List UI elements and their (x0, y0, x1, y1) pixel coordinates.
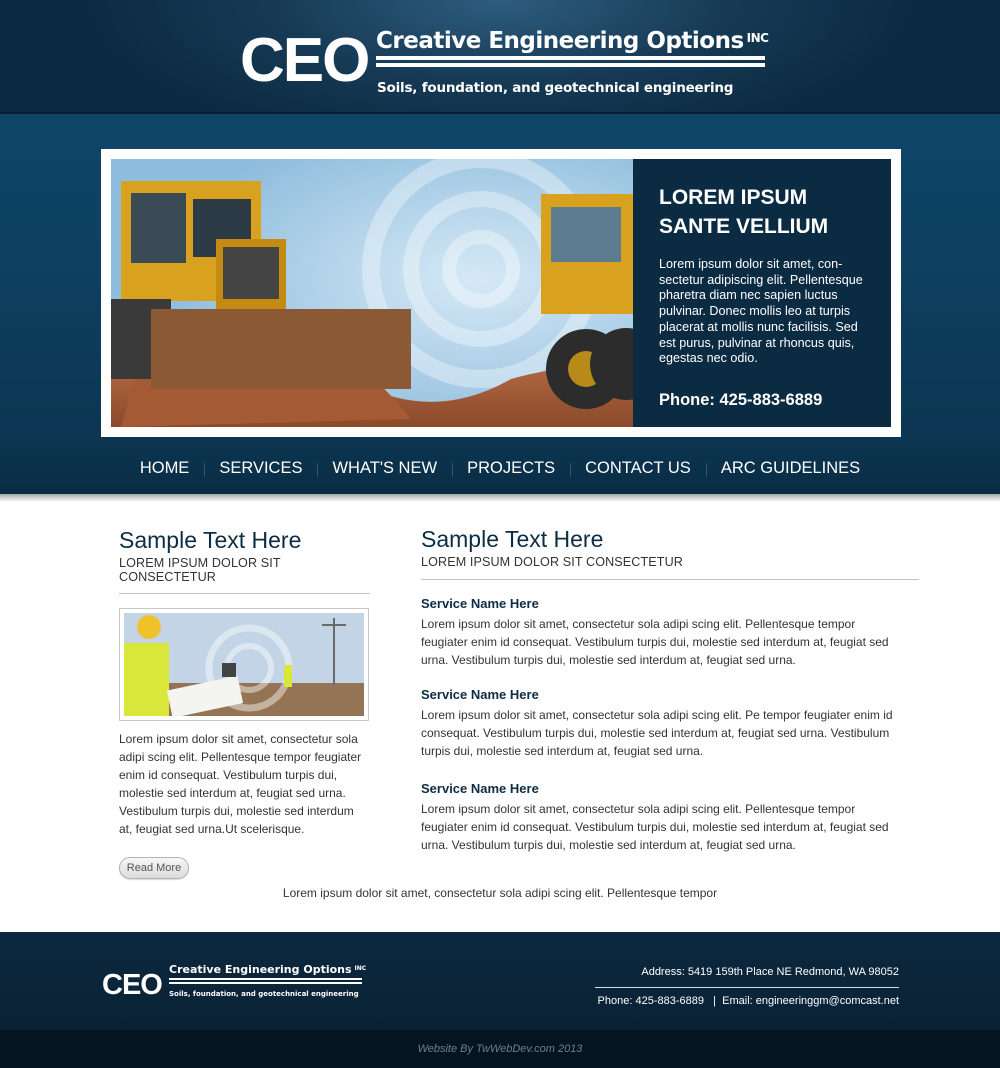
service-title[interactable]: Service Name Here (421, 687, 901, 702)
nav-item-home[interactable]: HOME (125, 459, 205, 478)
footer-contact: Address: 5419 159th Place NE Redmond, WA… (595, 966, 899, 1007)
credit-link[interactable]: Website By TwWebDev.com 2013 (418, 1043, 583, 1055)
hero-image-graphic (111, 159, 633, 427)
nav-item-arc-guidelines[interactable]: ARC GUIDELINES (705, 459, 875, 478)
hero-band: LOREM IPSUM SANTE VELLIUM Lorem ipsum do… (0, 114, 1000, 502)
logo-name: Creative Engineering Options INC (376, 28, 769, 54)
service-block: Service Name Here Lorem ipsum dolor sit … (421, 596, 901, 669)
right-heading: Sample Text Here (421, 526, 604, 552)
read-more-button[interactable]: Read More (119, 857, 189, 879)
nav-item-services[interactable]: SERVICES (204, 459, 317, 478)
service-text: Lorem ipsum dolor sit amet, consectetur … (421, 708, 893, 758)
bottom-text: Lorem ipsum dolor sit amet, consectetur … (282, 886, 718, 900)
left-thumbnail (119, 608, 369, 721)
left-subheading: LOREM IPSUM DOLOR SIT CONSECTETUR (119, 556, 281, 584)
main-nav: HOME SERVICES WHAT'S NEW PROJECTS CONTAC… (0, 459, 1000, 478)
service-title[interactable]: Service Name Here (421, 596, 901, 611)
footer-phone: Phone: 425-883-6889 (597, 995, 704, 1007)
hero-image (111, 159, 633, 427)
footer-separator: | (713, 995, 717, 1007)
site-footer: CEO Creative Engineering Options INC Soil… (0, 932, 1000, 1030)
hero-title-line1: LOREM IPSUM (659, 186, 808, 209)
left-heading: Sample Text Here (119, 527, 302, 553)
nav-item-projects[interactable]: PROJECTS (452, 459, 570, 478)
logo-name-text: Creative Engineering Options (376, 28, 744, 54)
service-block: Service Name Here Lorem ipsum dolor sit … (421, 687, 901, 760)
footer-logo-name-text: Creative Engineering Options (169, 963, 352, 976)
hero-title-line2: SANTE VELLIUM (659, 215, 829, 238)
footer-divider (595, 987, 899, 988)
footer-phone-email: Phone: 425-883-6889 | Email: engineering… (595, 995, 899, 1007)
nav-item-contact-us[interactable]: CONTACT US (570, 459, 706, 478)
right-column: Sample Text Here LOREM IPSUM DOLOR SIT C… (421, 526, 919, 852)
nav-item-whats-new[interactable]: WHAT'S NEW (317, 459, 452, 478)
service-text: Lorem ipsum dolor sit amet, consectetur … (421, 617, 889, 667)
right-subheading: LOREM IPSUM DOLOR SIT CONSECTETUR (421, 555, 683, 569)
footer-logo-suffix: INC (354, 965, 367, 972)
surveyor-image (124, 613, 364, 716)
left-column: Sample Text Here LOREM IPSUM DOLOR SIT C… (119, 527, 370, 879)
logo-lines (376, 56, 765, 70)
logo-mark[interactable]: CEO (240, 30, 370, 92)
footer-address: Address: 5419 159th Place NE Redmond, WA… (641, 966, 899, 978)
surveyor-image-graphic (124, 613, 364, 716)
hero-text: Lorem ipsum dolor sit amet, con-sectetur… (659, 257, 863, 366)
service-text: Lorem ipsum dolor sit amet, consectetur … (421, 802, 889, 852)
logo-suffix: INC (746, 31, 769, 45)
logo-tagline: Soils, foundation, and geotechnical engi… (377, 80, 734, 96)
credit-bar: Website By TwWebDev.com 2013 (0, 1030, 1000, 1068)
hero-phone: Phone: 425-883-6889 (659, 390, 823, 409)
service-title[interactable]: Service Name Here (421, 781, 901, 796)
footer-logo-tagline: Soils, foundation, and geotechnical engi… (169, 990, 359, 998)
footer-logo-name: Creative Engineering Options INC (169, 963, 366, 976)
hero-slider: LOREM IPSUM SANTE VELLIUM Lorem ipsum do… (101, 149, 901, 437)
hero-title: LOREM IPSUM SANTE VELLIUM (659, 183, 871, 241)
hero-info-panel: LOREM IPSUM SANTE VELLIUM Lorem ipsum do… (633, 159, 891, 427)
footer-logo-mark[interactable]: CEO (102, 970, 163, 1000)
right-divider (421, 579, 919, 580)
footer-logo-lines (169, 978, 362, 986)
footer-email[interactable]: Email: engineeringgm@comcast.net (722, 995, 899, 1007)
service-block: Service Name Here Lorem ipsum dolor sit … (421, 781, 901, 854)
left-body-text: Lorem ipsum dolor sit amet, consectetur … (119, 732, 362, 836)
site-header: CEO Creative Engineering Options INC Soil… (0, 0, 1000, 114)
left-divider (119, 593, 370, 594)
